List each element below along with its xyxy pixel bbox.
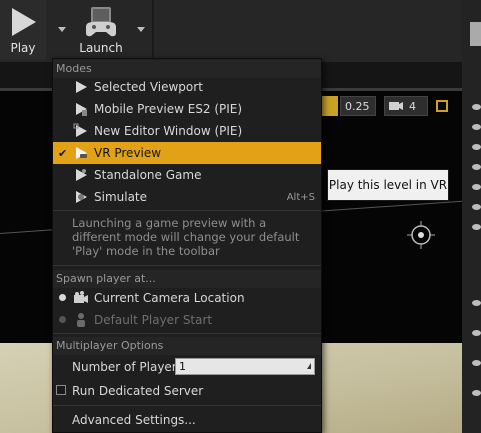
camera-speed-dropdown[interactable]: 4 xyxy=(384,96,428,116)
launch-options-chevron-down-icon[interactable] xyxy=(137,27,145,32)
right-side-panel xyxy=(462,0,481,433)
launch-button-label: Launch xyxy=(79,41,123,55)
snap-value: 0.25 xyxy=(345,99,370,113)
menu-item-vr-preview[interactable]: ✔ VR Preview xyxy=(53,142,321,164)
play-icon xyxy=(12,8,36,36)
light-gizmo-icon xyxy=(407,221,435,249)
shortcut-hint: Alt+S xyxy=(286,191,315,203)
play-mode-description: Launching a game preview with a differen… xyxy=(72,216,300,258)
number-of-players-row: Number of Players 1 xyxy=(53,356,321,378)
standalone-game-icon xyxy=(76,169,87,181)
radio-unselected-icon xyxy=(59,316,66,323)
play-button[interactable]: Play xyxy=(0,0,46,60)
mobile-preview-icon xyxy=(76,103,87,116)
number-of-players-label: Number of Players xyxy=(72,360,183,374)
menu-item-label: Mobile Preview ES2 (PIE) xyxy=(94,102,243,116)
launch-button[interactable]: Launch xyxy=(72,0,130,60)
visibility-eye-icon[interactable] xyxy=(472,124,481,130)
menu-item-advanced-settings[interactable]: Advanced Settings... xyxy=(53,409,321,431)
menu-item-label: Simulate xyxy=(94,190,148,204)
menu-item-label: New Editor Window (PIE) xyxy=(94,124,243,138)
simulate-icon xyxy=(76,191,87,203)
dedicated-server-checkbox[interactable] xyxy=(56,385,66,395)
menu-item-simulate[interactable]: Simulate Alt+S xyxy=(53,186,321,208)
player-start-icon xyxy=(77,313,85,327)
menu-item-label: Selected Viewport xyxy=(94,80,203,94)
visibility-eye-icon[interactable] xyxy=(472,164,481,170)
radio-selected-icon xyxy=(59,294,66,301)
menu-item-label: Standalone Game xyxy=(94,168,202,182)
visibility-eye-icon[interactable] xyxy=(472,390,481,396)
play-button-label: Play xyxy=(10,41,36,55)
new-window-icon xyxy=(73,123,87,137)
maximize-viewport-button[interactable] xyxy=(436,96,454,116)
menu-item-label: Default Player Start xyxy=(94,313,213,327)
toolbar-divider xyxy=(152,0,154,62)
run-dedicated-server-row[interactable]: Run Dedicated Server xyxy=(53,380,321,402)
dedicated-server-label: Run Dedicated Server xyxy=(72,384,204,398)
menu-item-spawn-camera-location[interactable]: Current Camera Location xyxy=(53,287,321,309)
menu-item-label: Current Camera Location xyxy=(94,291,245,305)
play-icon xyxy=(76,81,87,93)
visibility-eye-icon[interactable] xyxy=(472,300,481,306)
visibility-eye-icon[interactable] xyxy=(472,360,481,366)
visibility-eye-icon[interactable] xyxy=(472,204,481,210)
menu-item-new-editor-window[interactable]: New Editor Window (PIE) xyxy=(53,120,321,142)
camera-icon xyxy=(389,102,403,110)
menu-divider xyxy=(53,333,321,334)
advanced-settings-label: Advanced Settings... xyxy=(72,413,196,427)
snap-value-dropdown[interactable]: 0.25 xyxy=(340,96,376,116)
vr-preview-tooltip: Play this level in VR xyxy=(327,169,449,201)
menu-item-spawn-default-start[interactable]: Default Player Start xyxy=(53,309,321,331)
camera-speed-value: 4 xyxy=(409,99,416,113)
number-of-players-input[interactable]: 1 xyxy=(175,358,315,375)
visibility-eye-icon[interactable] xyxy=(472,224,481,230)
checkmark-icon: ✔ xyxy=(58,146,68,160)
maximize-icon xyxy=(436,100,448,112)
multiplayer-section-header: Multiplayer Options xyxy=(53,337,321,355)
camera-icon xyxy=(74,291,88,303)
main-toolbar: Play Launch xyxy=(0,0,481,62)
launch-gamepad-icon xyxy=(86,7,116,37)
number-of-players-value: 1 xyxy=(179,360,186,373)
menu-item-standalone-game[interactable]: Standalone Game xyxy=(53,164,321,186)
play-mode-dropdown-menu: Modes Selected Viewport Mobile Preview E… xyxy=(52,58,322,433)
spawn-section-header: Spawn player at... xyxy=(53,270,321,288)
menu-item-selected-viewport[interactable]: Selected Viewport xyxy=(53,76,321,98)
resize-grip-icon xyxy=(307,363,311,369)
panel-tab[interactable] xyxy=(470,22,481,46)
visibility-eye-icon[interactable] xyxy=(472,104,481,110)
visibility-eye-icon[interactable] xyxy=(472,184,481,190)
grid-snap-toggle[interactable] xyxy=(320,96,338,116)
play-options-chevron-down-icon[interactable] xyxy=(58,27,66,32)
menu-divider xyxy=(53,405,321,406)
menu-item-mobile-preview[interactable]: Mobile Preview ES2 (PIE) xyxy=(53,98,321,120)
visibility-eye-icon[interactable] xyxy=(472,144,481,150)
vr-headset-icon xyxy=(76,147,87,159)
menu-divider xyxy=(53,210,321,211)
menu-divider xyxy=(53,265,321,266)
menu-item-label: VR Preview xyxy=(94,146,162,160)
visibility-eye-icon[interactable] xyxy=(472,330,481,336)
